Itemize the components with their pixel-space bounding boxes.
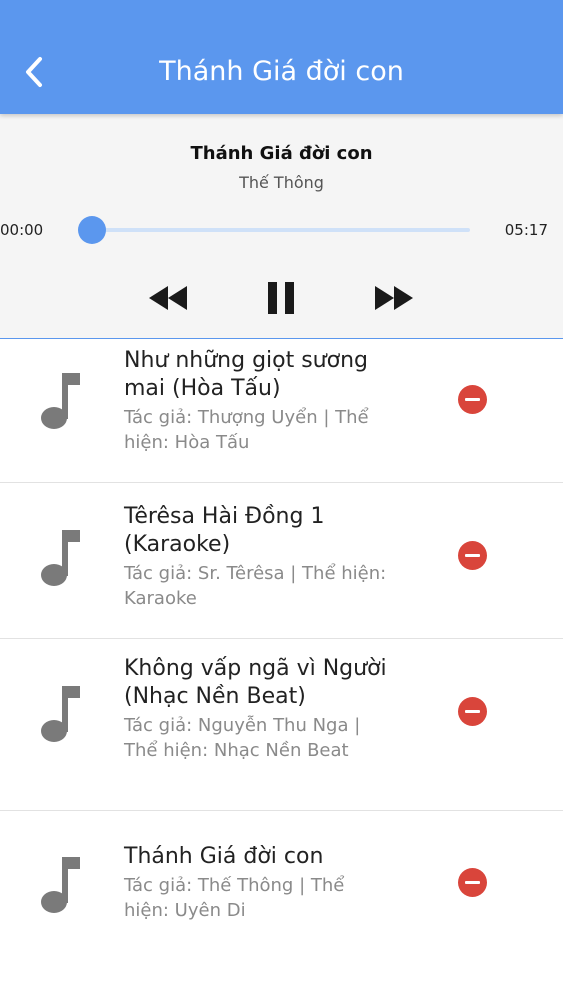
playlist-item-subtitle: Tác giả: Thế Thông | Thể hiện: Uyên Di (124, 875, 345, 921)
elapsed-time: 00:00 (0, 221, 44, 239)
progress-slider[interactable] (92, 228, 470, 232)
playlist-item-text: Têrêsa Hài Đồng 1 (Karaoke) Tác giả: Sr.… (124, 503, 394, 611)
pause-icon (268, 282, 294, 314)
playlist-item[interactable]: Không vấp ngã vì Người (Nhạc Nền Beat) T… (0, 639, 563, 811)
playlist-item-title: Têrêsa Hài Đồng 1 (Karaoke) (124, 504, 325, 557)
playlist-item-subtitle: Tác giả: Sr. Têrêsa | Thể hiện: Karaoke (124, 563, 387, 609)
playlist-item-title: Không vấp ngã vì Người (Nhạc Nền Beat) (124, 656, 387, 709)
playlist-item-subtitle: Tác giả: Nguyễn Thu Nga | Thể hiện: Nhạc… (124, 715, 361, 761)
player-panel: Thánh Giá đời con Thế Thông 00:00 05:17 (0, 114, 563, 339)
remove-button[interactable] (458, 385, 487, 414)
playlist-item-text: Không vấp ngã vì Người (Nhạc Nền Beat) T… (124, 655, 394, 763)
playlist-item-text: Như những giọt sương mai (Hòa Tấu) Tác g… (124, 347, 394, 455)
pause-button[interactable] (259, 280, 303, 316)
playlist-item-title: Thánh Giá đời con (124, 844, 324, 869)
fast-forward-icon (375, 286, 413, 310)
app-bar: Thánh Giá đời con (0, 0, 563, 114)
music-note-icon (41, 686, 80, 742)
rewind-icon (149, 286, 187, 310)
total-time: 05:17 (504, 221, 548, 239)
page-title: Thánh Giá đời con (159, 56, 404, 87)
music-note-icon (41, 857, 80, 913)
playlist-item-subtitle: Tác giả: Thượng Uyển | Thể hiện: Hòa Tấu (124, 407, 369, 453)
playlist-item[interactable]: Têrêsa Hài Đồng 1 (Karaoke) Tác giả: Sr.… (0, 483, 563, 639)
fast-forward-button[interactable] (372, 280, 416, 316)
now-playing-artist: Thế Thông (239, 173, 324, 192)
now-playing-title: Thánh Giá đời con (190, 143, 373, 164)
playlist-item-title: Như những giọt sương mai (Hòa Tấu) (124, 348, 368, 401)
music-note-icon (41, 530, 80, 586)
remove-button[interactable] (458, 697, 487, 726)
playlist-item-text: Thánh Giá đời con Tác giả: Thế Thông | T… (124, 843, 394, 923)
rewind-button[interactable] (146, 280, 190, 316)
playlist-item[interactable]: Thánh Giá đời con Tác giả: Thế Thông | T… (0, 811, 563, 951)
music-note-icon (41, 373, 80, 429)
remove-button[interactable] (458, 868, 487, 897)
remove-button[interactable] (458, 541, 487, 570)
progress-thumb[interactable] (78, 216, 106, 244)
playlist-item[interactable]: Như những giọt sương mai (Hòa Tấu) Tác g… (0, 339, 563, 483)
